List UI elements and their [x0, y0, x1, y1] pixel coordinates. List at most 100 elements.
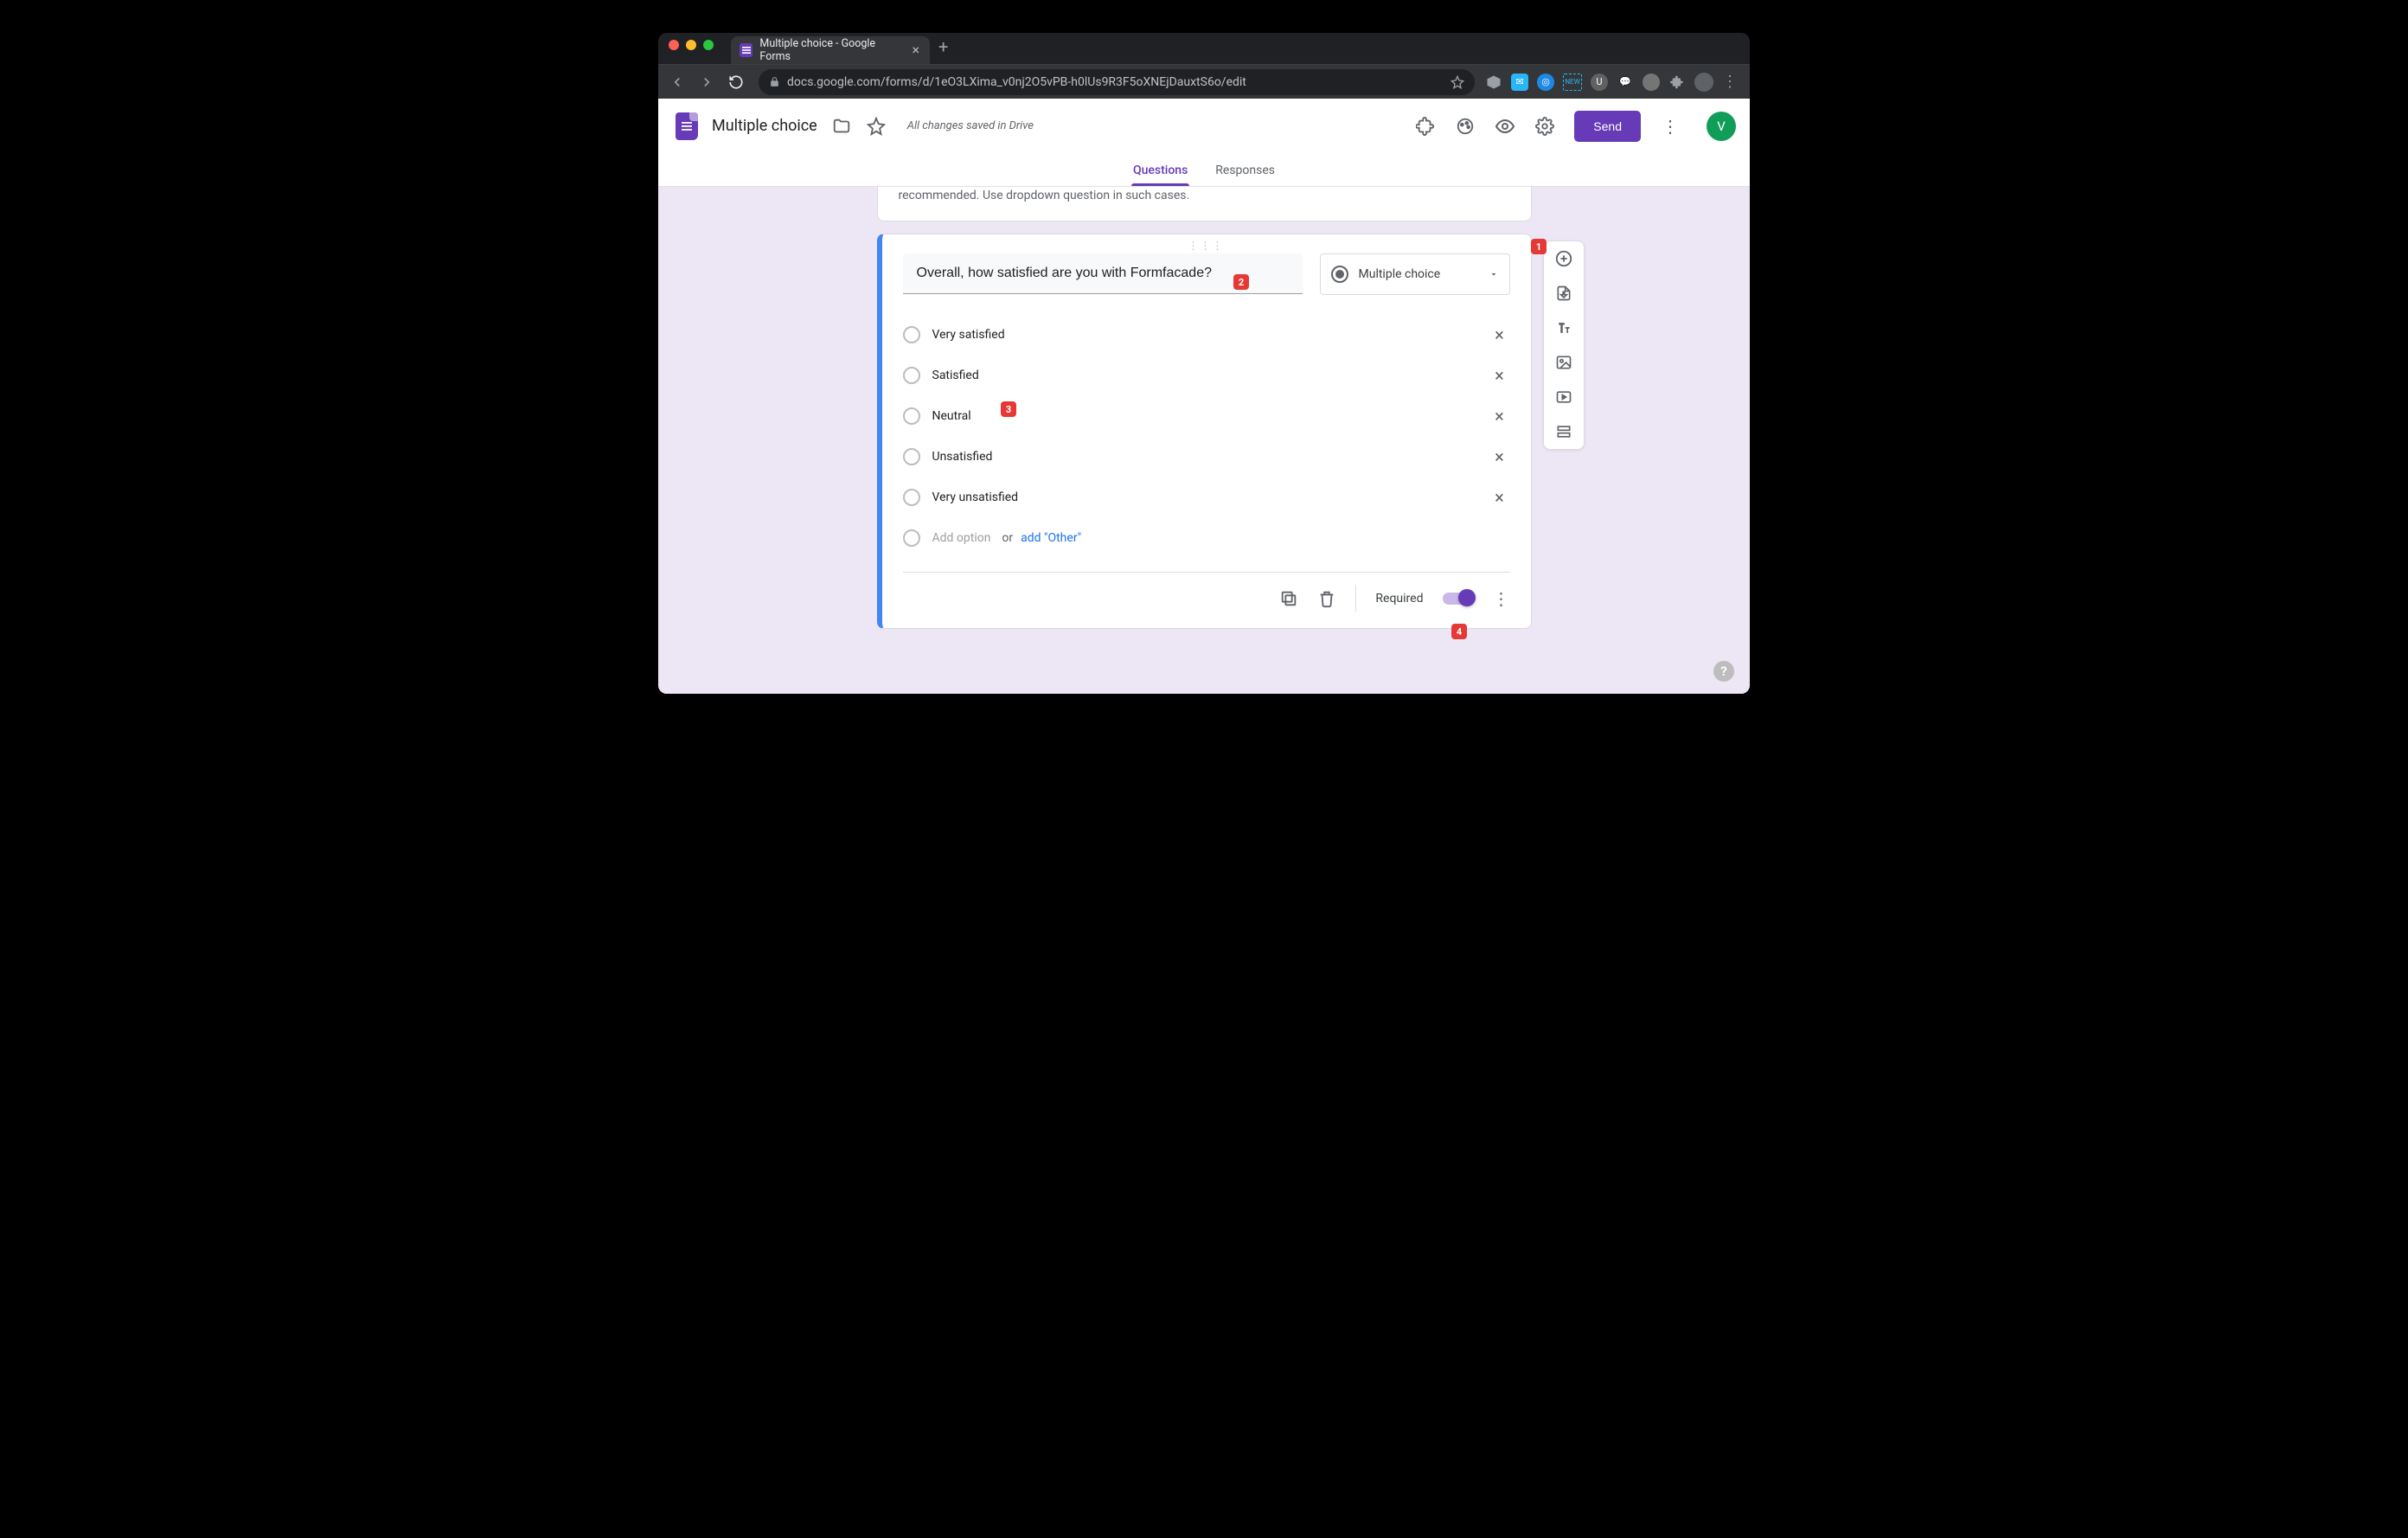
- app-header: Multiple choice All changes saved in Dri…: [658, 99, 1750, 154]
- header-actions: Send ⋮ V: [1415, 111, 1736, 142]
- remove-option-button[interactable]: ×: [1489, 446, 1510, 467]
- extension-icon[interactable]: NEW: [1563, 74, 1582, 91]
- star-button[interactable]: [866, 116, 887, 137]
- add-option-row: Add option or add "Other": [903, 517, 1510, 558]
- form-description-text: recommended. Use dropdown question in su…: [899, 189, 1190, 202]
- option-label[interactable]: Unsatisfied: [932, 450, 1477, 464]
- option-row[interactable]: Unsatisfied ×: [903, 436, 1510, 477]
- browser-tabstrip: Multiple choice - Google Forms × +: [658, 33, 1750, 64]
- lock-icon: [769, 76, 780, 87]
- add-image-button[interactable]: [1553, 352, 1574, 373]
- radio-icon: [903, 407, 920, 425]
- remove-option-button[interactable]: ×: [1489, 487, 1510, 508]
- tab-responses[interactable]: Responses: [1214, 163, 1277, 186]
- question-type-label: Multiple choice: [1359, 267, 1441, 281]
- option-label[interactable]: Very satisfied: [932, 328, 1477, 342]
- options-list: Very satisfied × Satisfied × Neutral ×: [903, 314, 1510, 558]
- extensions-menu-icon[interactable]: [1668, 74, 1686, 91]
- option-label[interactable]: Very unsatisfied: [932, 490, 1477, 504]
- forms-logo-icon[interactable]: [676, 112, 698, 140]
- option-row[interactable]: Satisfied ×: [903, 355, 1510, 395]
- window-close-button[interactable]: [669, 40, 679, 50]
- extension-icon[interactable]: 💬: [1617, 74, 1634, 91]
- bookmark-star-icon[interactable]: [1451, 75, 1464, 89]
- remove-option-button[interactable]: ×: [1489, 406, 1510, 426]
- add-question-button[interactable]: [1553, 248, 1574, 269]
- window-controls: [665, 40, 720, 57]
- help-button[interactable]: ?: [1713, 661, 1734, 682]
- duplicate-button[interactable]: [1279, 589, 1298, 608]
- required-toggle[interactable]: [1443, 593, 1474, 605]
- extension-icon[interactable]: [1485, 74, 1502, 91]
- add-other-button[interactable]: add "Other": [1021, 531, 1081, 545]
- browser-tab[interactable]: Multiple choice - Google Forms ×: [731, 36, 930, 64]
- tab-questions[interactable]: Questions: [1131, 163, 1189, 186]
- question-type-select[interactable]: Multiple choice: [1320, 253, 1510, 295]
- radio-icon: [1331, 266, 1348, 283]
- nav-reload-button[interactable]: [724, 70, 748, 94]
- option-row[interactable]: Very unsatisfied ×: [903, 477, 1510, 517]
- extension-icon[interactable]: ✉: [1511, 74, 1528, 91]
- settings-button[interactable]: [1534, 116, 1555, 137]
- window-minimize-button[interactable]: [686, 40, 696, 50]
- callout-badge: 2: [1233, 274, 1249, 290]
- addons-button[interactable]: [1415, 116, 1436, 137]
- address-bar[interactable]: docs.google.com/forms/d/1eO3LXima_v0nj2O…: [759, 69, 1475, 95]
- radio-icon: [903, 448, 920, 465]
- question-more-button[interactable]: ⋮: [1493, 588, 1510, 609]
- callout-badge: 3: [1001, 401, 1016, 417]
- browser-extension-icons: ✉ ◎ NEW U 💬 ⋮: [1485, 73, 1743, 92]
- drag-handle-icon[interactable]: ⋮⋮⋮: [1188, 240, 1225, 252]
- extension-icon[interactable]: [1643, 74, 1660, 91]
- new-tab-button[interactable]: +: [930, 33, 957, 64]
- send-button[interactable]: Send: [1574, 111, 1641, 142]
- divider: [1355, 585, 1356, 612]
- save-status-text: All changes saved in Drive: [907, 119, 1034, 132]
- import-questions-button[interactable]: [1553, 283, 1574, 304]
- radio-icon: [903, 367, 920, 384]
- form-canvas: recommended. Use dropdown question in su…: [658, 187, 1750, 694]
- question-card[interactable]: ⋮⋮⋮ Multiple choice Very satisfied: [877, 234, 1532, 629]
- form-description-card[interactable]: recommended. Use dropdown question in su…: [877, 187, 1532, 221]
- move-to-folder-button[interactable]: [831, 116, 852, 137]
- theme-button[interactable]: [1455, 116, 1476, 137]
- option-row[interactable]: Very satisfied ×: [903, 314, 1510, 355]
- option-label[interactable]: Satisfied: [932, 368, 1477, 382]
- add-option-button[interactable]: Add option: [932, 531, 991, 545]
- radio-icon: [903, 489, 920, 506]
- window-zoom-button[interactable]: [703, 40, 714, 50]
- forms-favicon: [740, 43, 752, 57]
- add-section-button[interactable]: [1553, 421, 1574, 442]
- callout-badge: 4: [1451, 624, 1467, 639]
- remove-option-button[interactable]: ×: [1489, 365, 1510, 386]
- browser-toolbar: docs.google.com/forms/d/1eO3LXima_v0nj2O…: [658, 64, 1750, 99]
- chevron-down-icon: [1489, 269, 1499, 279]
- browser-tab-title: Multiple choice - Google Forms: [759, 37, 903, 63]
- or-text: [996, 531, 998, 545]
- extension-icon[interactable]: U: [1591, 74, 1608, 91]
- required-label: Required: [1375, 592, 1423, 606]
- account-avatar[interactable]: V: [1707, 112, 1736, 141]
- option-row[interactable]: Neutral ×: [903, 395, 1510, 436]
- delete-button[interactable]: [1317, 589, 1336, 608]
- nav-back-button[interactable]: [665, 70, 689, 94]
- profile-avatar-icon[interactable]: [1694, 73, 1713, 92]
- document-title[interactable]: Multiple choice: [712, 117, 817, 135]
- radio-icon: [903, 529, 920, 547]
- nav-forward-button[interactable]: [695, 70, 719, 94]
- remove-option-button[interactable]: ×: [1489, 324, 1510, 345]
- add-video-button[interactable]: [1553, 387, 1574, 407]
- preview-button[interactable]: [1495, 116, 1515, 137]
- forms-app: Multiple choice All changes saved in Dri…: [658, 99, 1750, 694]
- browser-menu-button[interactable]: ⋮: [1722, 73, 1738, 91]
- question-footer: Required ⋮: [903, 572, 1510, 628]
- browser-window: Multiple choice - Google Forms × + docs.…: [658, 33, 1750, 694]
- add-title-button[interactable]: [1553, 317, 1574, 338]
- callout-badge: 1: [1531, 239, 1547, 254]
- form-tabs: Questions Responses: [658, 154, 1750, 187]
- tab-close-button[interactable]: ×: [910, 43, 921, 57]
- extension-icon[interactable]: ◎: [1537, 74, 1554, 91]
- or-text: or: [1002, 531, 1013, 545]
- radio-icon: [903, 326, 920, 343]
- more-menu-button[interactable]: ⋮: [1660, 116, 1681, 137]
